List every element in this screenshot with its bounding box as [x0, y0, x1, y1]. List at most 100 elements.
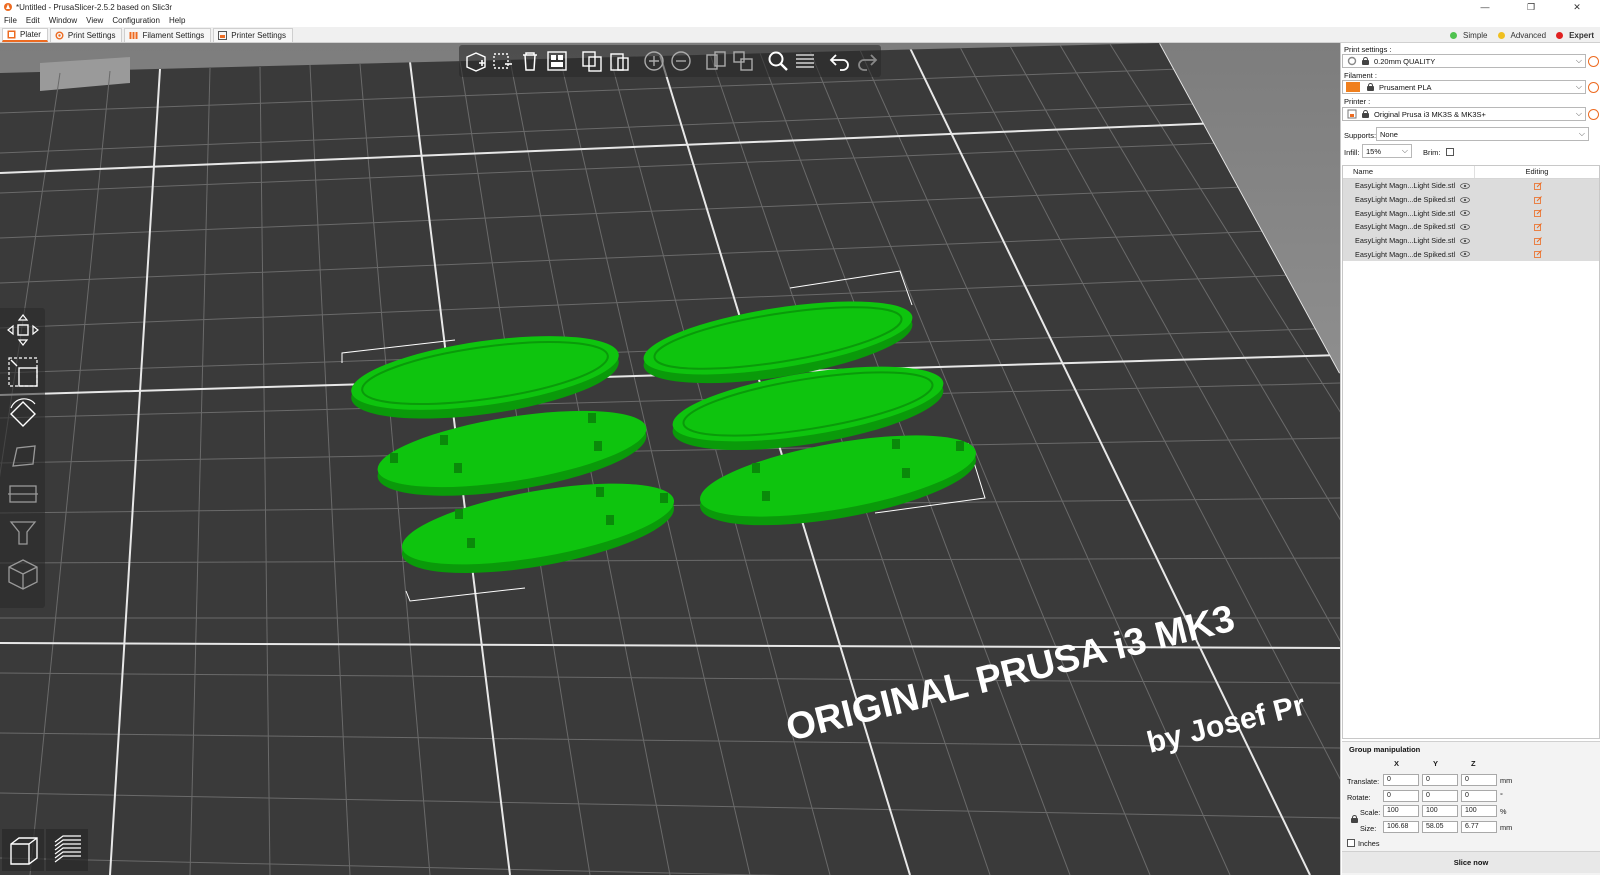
size-z-input[interactable]: 6.77 [1461, 821, 1497, 833]
filament-combo[interactable]: Prusament PLA ⌵ [1342, 80, 1586, 94]
rotate-z-input[interactable]: 0 [1461, 790, 1497, 802]
scale-y-input[interactable]: 100 [1422, 805, 1458, 817]
search-button[interactable] [765, 48, 791, 75]
translate-x-input[interactable]: 0 [1383, 774, 1419, 786]
mode-simple[interactable]: Simple [1450, 31, 1488, 40]
delete-object-button[interactable] [490, 48, 516, 75]
rotate-tool-button[interactable] [3, 394, 43, 434]
menu-file[interactable]: File [4, 16, 17, 25]
scale-z-input[interactable]: 100 [1461, 805, 1497, 817]
print-bed-view[interactable]: ORIGINAL PRUSA i3 MK3 by Josef Pr [0, 43, 1340, 875]
paste-button[interactable] [606, 48, 632, 75]
list-item[interactable]: EasyLight Magn...de Spiked.stl [1343, 247, 1599, 262]
infill-combo[interactable]: 15% ⌵ [1362, 144, 1412, 158]
mode-advanced-label: Advanced [1510, 30, 1547, 40]
list-item[interactable]: EasyLight Magn...Light Side.stl [1343, 206, 1599, 221]
scale-x-input[interactable]: 100 [1383, 805, 1419, 817]
rotate-y-input[interactable]: 0 [1422, 790, 1458, 802]
eye-icon[interactable] [1460, 196, 1470, 203]
split-objects-button[interactable] [703, 48, 729, 75]
3d-view-button[interactable] [2, 829, 44, 871]
eye-icon[interactable] [1460, 210, 1470, 217]
list-item[interactable]: EasyLight Magn...de Spiked.stl [1343, 192, 1599, 207]
minimize-button[interactable]: — [1462, 0, 1508, 14]
list-item[interactable]: EasyLight Magn...de Spiked.stl [1343, 220, 1599, 234]
eye-icon[interactable] [1460, 237, 1470, 244]
lock-icon [1367, 83, 1374, 91]
edit-icon[interactable] [1534, 209, 1542, 218]
menu-view[interactable]: View [86, 16, 103, 25]
list-item[interactable]: EasyLight Magn...Light Side.stl [1343, 233, 1599, 248]
tab-printer-settings[interactable]: Printer Settings [213, 27, 293, 42]
printer-icon [218, 30, 228, 40]
mode-expert[interactable]: Expert [1556, 31, 1594, 40]
layers-stack-icon [54, 835, 81, 863]
print-settings-combo[interactable]: 0.20mm QUALITY ⌵ [1342, 54, 1586, 68]
scale-unit: % [1500, 807, 1507, 816]
rotate-x-input[interactable]: 0 [1383, 790, 1419, 802]
edit-icon[interactable] [1534, 236, 1542, 245]
3d-scene[interactable]: ORIGINAL PRUSA i3 MK3 by Josef Pr [0, 43, 1340, 875]
edit-icon[interactable] [1534, 223, 1542, 231]
trash-icon [523, 52, 538, 71]
edit-icon[interactable] [1534, 182, 1542, 190]
edit-icon[interactable] [1534, 195, 1542, 204]
add-instance-button[interactable] [641, 48, 667, 75]
column-name[interactable]: Name [1343, 166, 1475, 178]
arrange-button[interactable] [544, 48, 570, 75]
menu-window[interactable]: Window [49, 16, 77, 25]
plater-icon [7, 30, 16, 38]
maximize-button[interactable]: ❐ [1508, 0, 1554, 14]
axis-z-label: Z [1471, 759, 1476, 768]
filament-color-swatch[interactable] [1346, 82, 1360, 92]
tab-filament-settings-label: Filament Settings [142, 30, 205, 40]
object-name: EasyLight Magn...Light Side.stl [1355, 181, 1456, 191]
edit-print-settings-button[interactable] [1588, 56, 1599, 67]
edit-printer-button[interactable] [1588, 109, 1599, 120]
brim-checkbox[interactable] [1446, 148, 1454, 156]
close-button[interactable]: ✕ [1554, 0, 1600, 14]
supports-combo[interactable]: None ⌵ [1376, 127, 1589, 141]
delete-all-button[interactable] [517, 48, 543, 75]
inches-checkbox[interactable] [1347, 839, 1355, 847]
copy-button[interactable] [579, 48, 605, 75]
cut-tool-button[interactable] [3, 474, 43, 514]
eye-icon[interactable] [1460, 224, 1470, 230]
place-on-face-button[interactable] [3, 436, 43, 476]
tab-print-settings[interactable]: Print Settings [49, 27, 123, 42]
size-y-input[interactable]: 58.05 [1422, 821, 1458, 833]
menu-help[interactable]: Help [169, 16, 185, 25]
translate-z-input[interactable]: 0 [1461, 774, 1497, 786]
size-x-input[interactable]: 106.68 [1383, 821, 1419, 833]
supports-tool-button[interactable] [3, 512, 43, 552]
scale-tool-button[interactable] [3, 352, 43, 392]
tab-plater[interactable]: Plater [2, 27, 48, 42]
list-item[interactable]: EasyLight Magn...Light Side.stl [1343, 179, 1599, 193]
add-object-button[interactable] [463, 48, 489, 75]
layers-editing-button[interactable] [792, 48, 818, 75]
column-editing[interactable]: Editing [1475, 166, 1599, 178]
mode-advanced[interactable]: Advanced [1497, 30, 1547, 40]
menu-configuration[interactable]: Configuration [112, 16, 160, 25]
slice-now-button[interactable]: Slice now [1342, 851, 1600, 873]
translate-y-input[interactable]: 0 [1422, 774, 1458, 786]
edit-filament-button[interactable] [1588, 82, 1599, 93]
redo-button[interactable] [854, 48, 880, 75]
search-icon [768, 51, 788, 71]
split-parts-button[interactable] [730, 48, 756, 75]
uniform-scale-lock-icon[interactable] [1351, 815, 1358, 823]
menu-edit[interactable]: Edit [26, 16, 40, 25]
preview-button[interactable] [46, 829, 88, 871]
eye-icon[interactable] [1460, 182, 1470, 189]
mode-selector: Simple Advanced Expert [1440, 28, 1594, 42]
eye-icon[interactable] [1460, 251, 1470, 258]
move-tool-button[interactable] [3, 310, 43, 350]
edit-icon[interactable] [1534, 250, 1542, 259]
tab-filament-settings[interactable]: Filament Settings [124, 27, 212, 42]
remove-instance-button[interactable] [668, 48, 694, 75]
printer-combo[interactable]: Original Prusa i3 MK3S & MK3S+ ⌵ [1342, 107, 1586, 121]
object-name: EasyLight Magn...de Spiked.stl [1355, 222, 1456, 232]
undo-button[interactable] [827, 48, 853, 75]
view-cube-button[interactable] [3, 554, 43, 594]
lock-icon [1362, 57, 1369, 65]
